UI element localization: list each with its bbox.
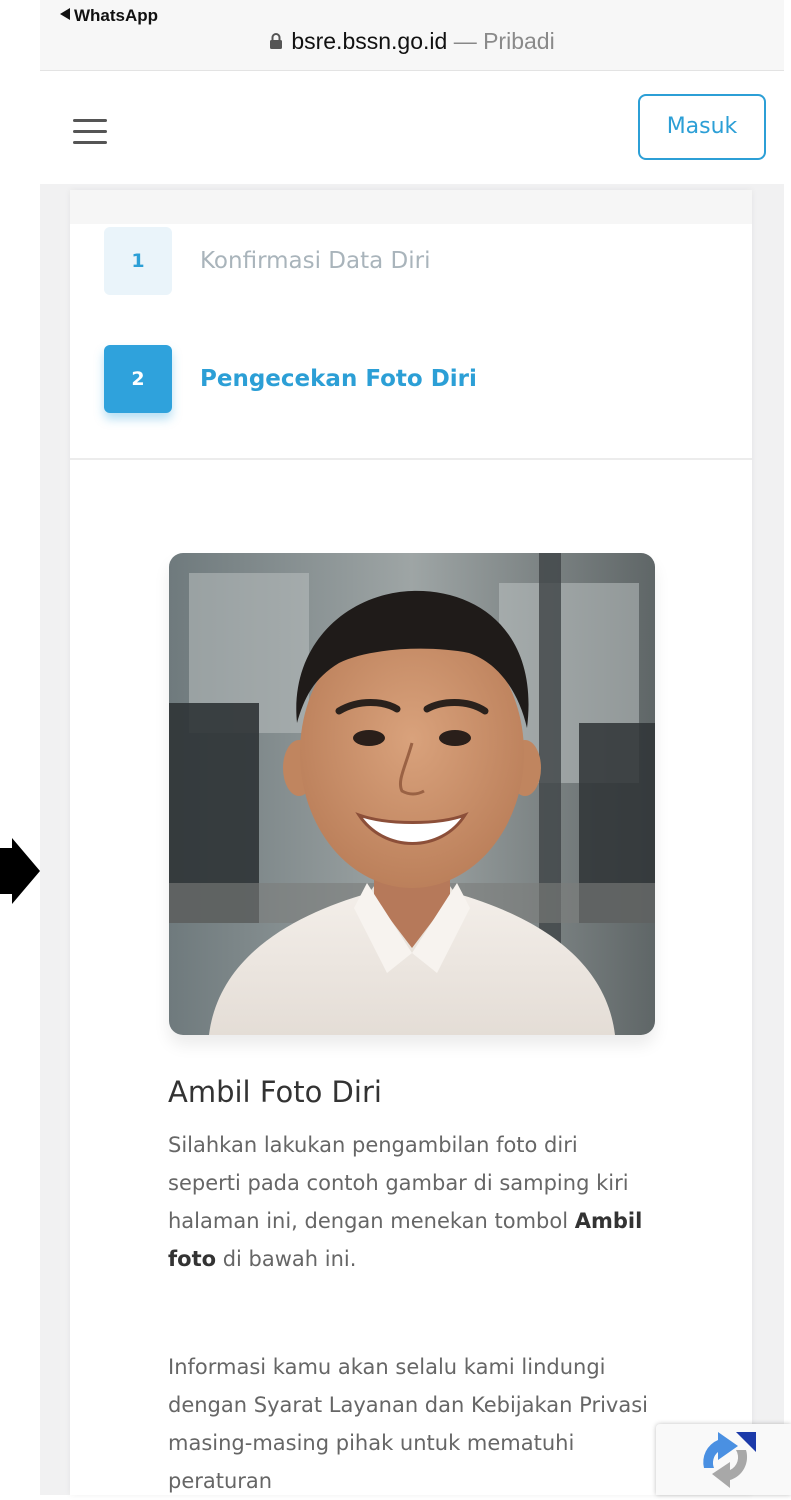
step-number-badge: 2 <box>104 345 172 413</box>
card-top-strip <box>70 190 752 224</box>
url-domain: bsre.bssn.go.id <box>291 28 448 54</box>
step-pengecekan-foto-diri[interactable]: 2 Pengecekan Foto Diri <box>104 345 524 415</box>
step-label: Pengecekan Foto Diri <box>200 366 477 392</box>
back-to-app-link[interactable]: WhatsApp <box>60 6 158 26</box>
url-separator: — <box>453 28 477 54</box>
step-number-badge: 1 <box>104 227 172 295</box>
step-label: Konfirmasi Data Diri <box>200 248 431 274</box>
instruction-text: Silahkan lakukan pengambilan foto diri s… <box>168 1126 648 1278</box>
privacy-info-text: Informasi kamu akan selalu kami lindungi… <box>168 1355 648 1493</box>
url-bar[interactable]: bsre.bssn.go.id — Pribadi <box>40 28 784 56</box>
instruction-text-part1: Silahkan lakukan pengambilan foto diri s… <box>168 1133 629 1233</box>
login-button[interactable]: Masuk <box>638 94 766 160</box>
section-title: Ambil Foto Diri <box>168 1075 382 1109</box>
arrow-right-icon <box>0 838 40 904</box>
back-triangle-icon <box>60 8 70 20</box>
example-selfie-photo <box>169 553 655 1035</box>
divider <box>70 458 752 460</box>
recaptcha-icon <box>703 1432 756 1488</box>
step-konfirmasi-data-diri[interactable]: 1 Konfirmasi Data Diri <box>104 227 524 297</box>
verification-card: 1 Konfirmasi Data Diri 2 Pengecekan Foto… <box>70 190 752 1495</box>
back-app-label: WhatsApp <box>74 6 159 25</box>
lock-icon <box>269 29 283 56</box>
app-header: Masuk <box>40 71 784 183</box>
recaptcha-badge[interactable] <box>656 1424 791 1495</box>
hamburger-icon[interactable] <box>73 119 107 145</box>
browser-status-bar: WhatsApp bsre.bssn.go.id — Pribadi <box>40 0 784 71</box>
browsing-mode-label: Pribadi <box>483 28 555 54</box>
instruction-text-part2: di bawah ini. <box>222 1247 357 1271</box>
